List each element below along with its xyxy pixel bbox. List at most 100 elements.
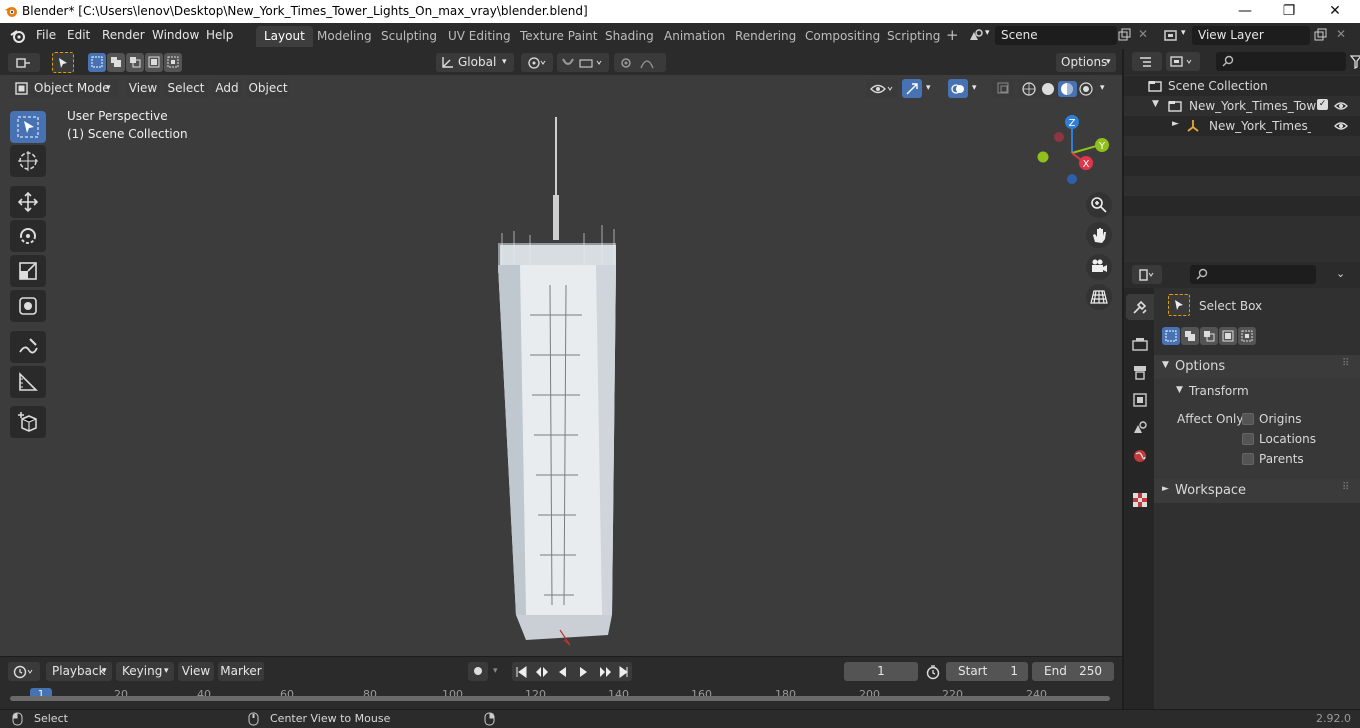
tab-scripting[interactable]: Scripting (879, 26, 948, 47)
tool-annotate[interactable] (10, 331, 46, 363)
viewport-menu-object[interactable]: Object (246, 79, 290, 98)
overlays-chevron-icon[interactable]: ▾ (972, 79, 977, 98)
select-mode-invert-button[interactable] (145, 53, 163, 72)
properties-search-input[interactable] (1190, 265, 1316, 284)
marker-menu[interactable]: Marker (218, 662, 264, 681)
drag-handle-icon[interactable]: ⠿ (1342, 358, 1349, 369)
maximize-button[interactable]: ❐ (1266, 0, 1312, 23)
outliner-row-collection[interactable]: ▼ New_York_Times_Tower_ ✓ (1124, 96, 1360, 116)
timeline-scrollbar[interactable] (10, 696, 1110, 701)
view-layer-icon[interactable] (1163, 28, 1179, 44)
auto-keying-toggle[interactable] (468, 662, 488, 681)
keying-set-chevron-icon[interactable]: ▾ (493, 662, 498, 681)
gizmo-chevron-icon[interactable]: ▾ (926, 79, 931, 98)
view-layer-dropdown-arrow[interactable]: ▾ (1181, 28, 1186, 38)
select-mode-subtract-button[interactable] (126, 53, 144, 72)
properties-editor-type[interactable] (1132, 265, 1162, 284)
duplicate-scene-icon[interactable] (1118, 28, 1132, 42)
view-layer-properties-icon[interactable] (1132, 392, 1148, 408)
menu-help[interactable]: Help (206, 28, 233, 42)
zoom-view-button[interactable] (1086, 192, 1112, 218)
tab-modeling[interactable]: Modeling (309, 26, 380, 47)
texture-properties-icon[interactable] (1132, 492, 1148, 508)
object-mode-dropdown[interactable]: Object Mode ▾ (10, 79, 118, 98)
pivot-point-dropdown[interactable] (521, 53, 553, 72)
use-preview-range-icon[interactable] (925, 664, 941, 680)
options-dropdown[interactable]: Options ▾ (1056, 53, 1116, 72)
select-mode-extend-button[interactable] (107, 53, 125, 72)
blender-menu-icon[interactable] (10, 28, 26, 44)
visibility-eye-icon[interactable] (1334, 100, 1348, 112)
navigation-gizmo[interactable]: Z Y X (1030, 113, 1116, 189)
select-mode-new-button[interactable] (88, 53, 106, 72)
scene-name-field[interactable]: Scene (995, 26, 1117, 45)
menu-window[interactable]: Window (152, 28, 199, 42)
tool-rotate[interactable] (10, 220, 46, 252)
tool-move[interactable] (10, 186, 46, 218)
menu-file[interactable]: File (36, 28, 56, 42)
3d-viewport[interactable]: User Perspective (1) Scene Collection Z … (0, 75, 1122, 656)
locations-checkbox[interactable] (1242, 433, 1254, 445)
outliner-row-scene-collection[interactable]: Scene Collection (1124, 76, 1360, 96)
options-panel-header[interactable]: ▼ Options ⠿ (1154, 355, 1360, 379)
start-frame-field[interactable]: Start 1 (946, 662, 1028, 681)
display-mode-dropdown[interactable] (1166, 52, 1200, 71)
origins-checkbox[interactable] (1242, 413, 1254, 425)
editor-type-button[interactable] (8, 53, 40, 72)
tool-select-mode-new[interactable] (1162, 327, 1180, 345)
object-visibility-eye-icon[interactable] (1334, 120, 1348, 132)
scene-dropdown-arrow[interactable]: ▾ (985, 28, 990, 38)
tool-select-mode-intersect[interactable] (1238, 327, 1256, 345)
timeline-editor-type[interactable] (8, 662, 40, 681)
tab-uv-editing[interactable]: UV Editing (440, 26, 519, 47)
visibility-dropdown[interactable] (866, 79, 898, 98)
filter-icon[interactable] (1350, 55, 1360, 69)
overlays-toggle[interactable] (948, 79, 968, 98)
timeline-view-menu[interactable]: View (178, 662, 214, 681)
workspace-panel-header[interactable]: ► Workspace ⠿ (1154, 479, 1360, 503)
snap-toggle[interactable] (557, 53, 609, 72)
outliner-row-object[interactable]: ► New_York_Times_Tow (1124, 116, 1360, 136)
tool-scale[interactable] (10, 255, 46, 287)
end-frame-field[interactable]: End 250 (1032, 662, 1114, 681)
remove-scene-icon[interactable]: ✕ (1138, 27, 1148, 41)
exclude-checkbox[interactable]: ✓ (1317, 99, 1328, 110)
tab-animation[interactable]: Animation (656, 26, 733, 47)
outliner-editor-type[interactable] (1132, 52, 1162, 71)
viewport-menu-add[interactable]: Add (212, 79, 242, 98)
frame-ruler[interactable]: 1 20 40 60 80 100 120 140 160 180 200 22… (8, 687, 1114, 701)
select-mode-intersect-button[interactable] (164, 53, 182, 72)
tab-compositing[interactable]: Compositing (797, 26, 888, 47)
tool-cursor[interactable] (10, 145, 46, 177)
tool-select-mode-invert[interactable] (1219, 327, 1237, 345)
tool-select-mode-extend[interactable] (1181, 327, 1199, 345)
menu-edit[interactable]: Edit (67, 28, 90, 42)
tab-shading[interactable]: Shading (597, 26, 662, 47)
shading-chevron-icon[interactable]: ▾ (1100, 79, 1105, 98)
output-properties-icon[interactable] (1132, 364, 1148, 380)
scene-properties-icon[interactable] (1132, 420, 1148, 436)
gizmo-toggle[interactable] (902, 79, 922, 98)
keying-menu[interactable]: Keying ▾ (116, 662, 174, 681)
view-layer-name-field[interactable]: View Layer (1192, 26, 1310, 45)
tab-tool[interactable] (1126, 294, 1154, 320)
close-window-button[interactable]: ✕ (1312, 0, 1358, 23)
parents-checkbox[interactable] (1242, 453, 1254, 465)
menu-render[interactable]: Render (102, 28, 145, 42)
collapse-arrow-icon[interactable]: ► (1172, 119, 1179, 129)
world-properties-icon[interactable] (1132, 448, 1148, 464)
transform-orientation-dropdown[interactable]: Global ▾ (436, 53, 514, 72)
duplicate-view-layer-icon[interactable] (1314, 28, 1328, 42)
tool-measure[interactable] (10, 366, 46, 398)
tab-sculpting[interactable]: Sculpting (373, 26, 445, 47)
tab-texture-paint[interactable]: Texture Paint (512, 26, 605, 47)
playback-menu[interactable]: Playback ▾ (46, 662, 112, 681)
proportional-editing-toggle[interactable] (614, 53, 666, 72)
workspace-drag-handle-icon[interactable]: ⠿ (1342, 482, 1349, 493)
pan-view-button[interactable] (1086, 222, 1112, 248)
tab-layout[interactable]: Layout (256, 26, 313, 47)
viewport-menu-select[interactable]: Select (164, 79, 208, 98)
expand-arrow-icon[interactable]: ▼ (1152, 99, 1159, 109)
current-frame-field[interactable]: 1 (844, 662, 918, 681)
transform-subpanel-header[interactable]: ▼ Transform (1154, 379, 1360, 403)
